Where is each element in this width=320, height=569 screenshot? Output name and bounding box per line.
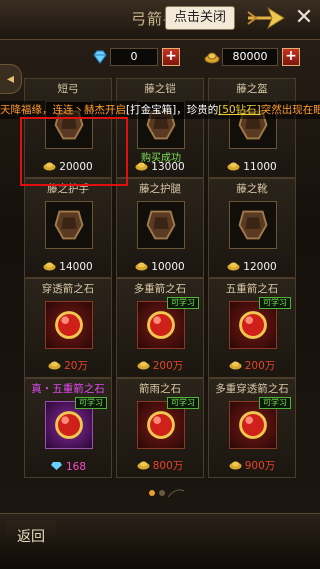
- side-collapse-tab[interactable]: ◂: [0, 64, 22, 94]
- shop-item[interactable]: 五重箭之石可学习 200万: [208, 278, 296, 378]
- learnable-badge: 可学习: [259, 297, 291, 309]
- shop-item[interactable]: 藤之靴 12000: [208, 178, 296, 278]
- shop-item[interactable]: 藤之盔 11000: [208, 78, 296, 178]
- item-name: 穿透箭之石: [41, 283, 95, 295]
- gold-ingot-icon: [135, 262, 148, 271]
- item-name: 藤之护腿: [139, 183, 181, 195]
- item-name: 五重箭之石: [225, 283, 279, 295]
- item-name: 真・五重箭之石: [31, 383, 105, 395]
- add-gems-button[interactable]: +: [162, 48, 180, 66]
- title-bar: 弓箭手 点击关闭 ✕: [0, 0, 320, 40]
- shop-item[interactable]: 穿透箭之石 20万: [24, 278, 112, 378]
- shop-item[interactable]: 藤之护腿 10000: [116, 178, 204, 278]
- selection-highlight: [20, 117, 128, 186]
- add-gold-button[interactable]: +: [282, 48, 300, 66]
- price-value: 11000: [243, 161, 277, 173]
- item-name: 多重穿透箭之石: [215, 383, 289, 395]
- skill-stone-icon[interactable]: [45, 301, 93, 349]
- item-price: 12000: [209, 261, 295, 273]
- price-value: 900万: [244, 460, 276, 472]
- price-value: 200万: [244, 360, 276, 372]
- price-value: 200万: [152, 360, 184, 372]
- gear-item-icon: [54, 210, 84, 240]
- gold-ingot-icon: [43, 262, 56, 271]
- item-price: 14000: [25, 261, 111, 273]
- equipment-icon[interactable]: [45, 201, 93, 249]
- item-price: 200万: [117, 358, 203, 373]
- orb-icon: [55, 311, 83, 339]
- shop-item[interactable]: 箭雨之石可学习 800万: [116, 378, 204, 478]
- item-name: 多重箭之石: [133, 283, 187, 295]
- item-name: 短弓: [57, 83, 79, 95]
- gold-amount: 80000: [222, 48, 278, 66]
- gold-ingot-icon: [229, 461, 242, 470]
- item-name: 藤之盔: [236, 83, 268, 95]
- marquee-text-2: [打金宝箱]: [126, 104, 177, 116]
- price-value: 20万: [64, 360, 88, 372]
- diamond-icon: [93, 50, 107, 64]
- gear-item-icon: [146, 210, 176, 240]
- item-price: 900万: [209, 458, 295, 473]
- gold-ingot-icon: [137, 461, 150, 470]
- shop-item[interactable]: 多重箭之石可学习 200万: [116, 278, 204, 378]
- item-price: 11000: [209, 161, 295, 173]
- gold-ingot-icon: [227, 262, 240, 271]
- golden-arrow-icon: [247, 6, 285, 30]
- equipment-icon[interactable]: [137, 201, 185, 249]
- gold-ingot-icon: [137, 361, 150, 370]
- item-price: 10000: [117, 261, 203, 273]
- item-name: 藤之铠: [144, 83, 176, 95]
- marquee-text-4[interactable]: [50钻石]: [218, 104, 261, 116]
- price-value: 14000: [59, 261, 93, 273]
- price-value: 168: [65, 461, 87, 473]
- gold-ingot-icon: [204, 52, 220, 64]
- learnable-badge: 可学习: [75, 397, 107, 409]
- price-value: 800万: [152, 460, 184, 472]
- marquee-text-1: 天降福缘，连连丶赫杰开启: [0, 104, 126, 116]
- gold-ingot-icon: [227, 162, 240, 171]
- item-price: 168: [25, 461, 111, 473]
- gem-amount: 0: [110, 48, 158, 66]
- item-price: 20万: [25, 358, 111, 373]
- close-button[interactable]: ✕: [292, 6, 316, 30]
- back-button[interactable]: 返回: [6, 520, 56, 554]
- item-price: 800万: [117, 458, 203, 473]
- page-indicator: [149, 489, 185, 498]
- marquee-text-5: 突然出现在眼前!: [260, 104, 320, 116]
- gold-ingot-icon: [229, 361, 242, 370]
- item-name: 藤之靴: [236, 183, 268, 195]
- learnable-badge: 可学习: [167, 297, 199, 309]
- learnable-badge: 可学习: [259, 397, 291, 409]
- shop-item[interactable]: 真・五重箭之石可学习 168: [24, 378, 112, 478]
- price-value: 10000: [151, 261, 185, 273]
- close-tip-bubble[interactable]: 点击关闭: [165, 6, 235, 30]
- gold-ingot-icon: [48, 361, 61, 370]
- item-name: 箭雨之石: [139, 383, 181, 395]
- purchase-success-text: 购买成功: [141, 153, 181, 164]
- learnable-badge: 可学习: [167, 397, 199, 409]
- gear-item-icon: [238, 210, 268, 240]
- item-price: 200万: [209, 358, 295, 373]
- shop-item[interactable]: 藤之护手 14000: [24, 178, 112, 278]
- shop-item[interactable]: 多重穿透箭之石可学习 900万: [208, 378, 296, 478]
- equipment-icon[interactable]: [229, 201, 277, 249]
- marquee-text-3: ，珍贵的: [176, 104, 219, 116]
- diamond-icon: [50, 462, 62, 470]
- price-value: 12000: [243, 261, 277, 273]
